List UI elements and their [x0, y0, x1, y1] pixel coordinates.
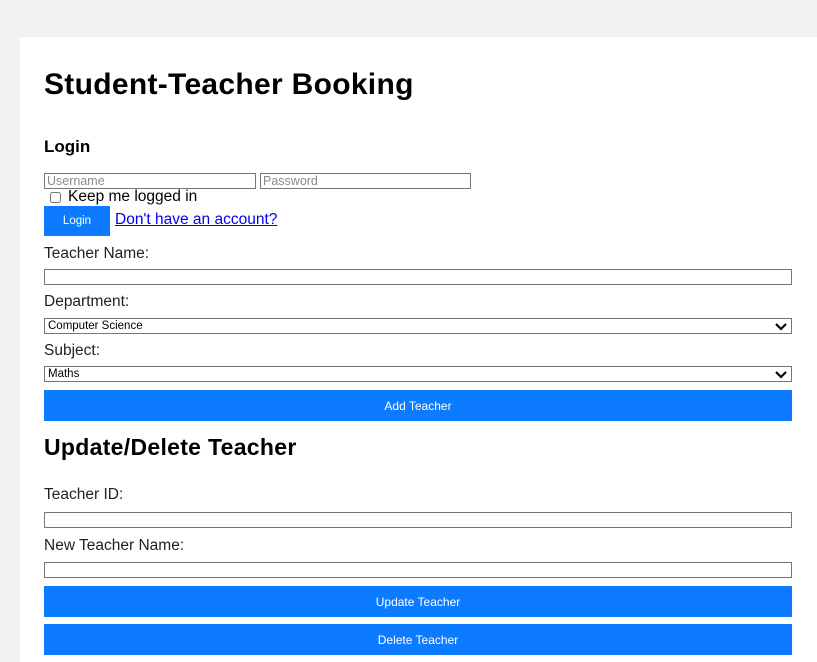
update-delete-heading: Update/Delete Teacher [44, 434, 297, 460]
add-teacher-button[interactable]: Add Teacher [44, 390, 792, 421]
password-input[interactable] [260, 173, 471, 189]
keep-logged-in-row[interactable]: Keep me logged in [44, 188, 197, 206]
page-title: Student-Teacher Booking [44, 68, 414, 101]
subject-label: Subject: [44, 342, 101, 359]
teacher-name-label: Teacher Name: [44, 245, 150, 262]
main-panel: Student-Teacher Booking Login Keep me lo… [20, 37, 817, 662]
login-button[interactable]: Login [44, 206, 110, 236]
chevron-down-icon [775, 323, 787, 331]
department-selected-value: Computer Science [48, 320, 143, 332]
department-label: Department: [44, 293, 130, 310]
subject-selected-value: Maths [48, 368, 80, 380]
subject-select[interactable]: Maths [44, 366, 792, 382]
update-teacher-button[interactable]: Update Teacher [44, 586, 792, 617]
login-heading: Login [44, 137, 91, 156]
username-input[interactable] [44, 173, 256, 189]
delete-teacher-button[interactable]: Delete Teacher [44, 624, 792, 655]
keep-logged-in-checkbox[interactable] [50, 191, 61, 203]
teacher-id-input[interactable] [44, 512, 792, 528]
new-teacher-name-label: New Teacher Name: [44, 537, 185, 554]
new-teacher-name-input[interactable] [44, 562, 792, 578]
teacher-name-input[interactable] [44, 269, 792, 285]
signup-link[interactable]: Don't have an account? [115, 211, 277, 229]
keep-logged-in-label: Keep me logged in [68, 188, 198, 205]
chevron-down-icon [775, 371, 787, 379]
department-select[interactable]: Computer Science [44, 318, 792, 334]
teacher-id-label: Teacher ID: [44, 486, 124, 503]
